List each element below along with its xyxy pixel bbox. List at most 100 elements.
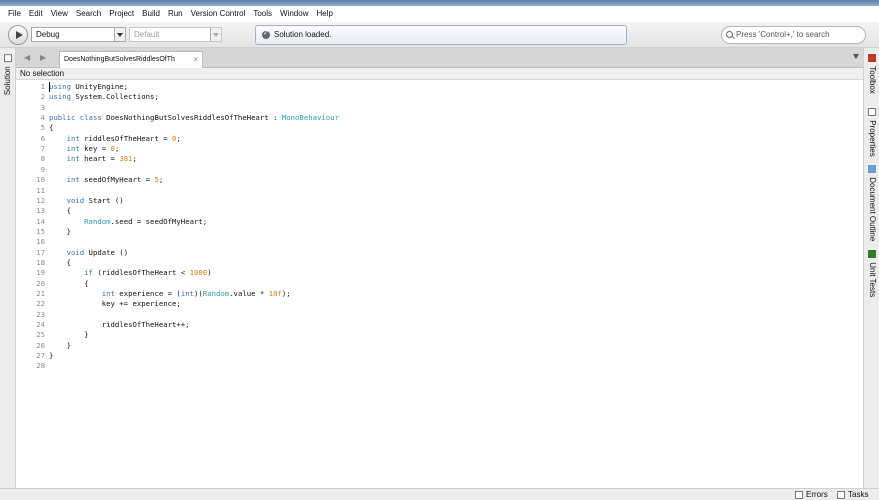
code-line[interactable]: 10 int seedOfMyHeart = 5;	[16, 175, 863, 185]
chevron-down-icon	[210, 28, 221, 41]
code-line[interactable]: 6 int riddlesOfTheHeart = 0;	[16, 134, 863, 144]
code-line[interactable]: 12 void Start ()	[16, 196, 863, 206]
solution-icon	[4, 54, 12, 62]
check-icon	[262, 25, 270, 43]
code-line[interactable]: 15 }	[16, 227, 863, 237]
line-number: 21	[36, 289, 45, 298]
menu-file[interactable]: File	[4, 6, 25, 22]
run-button[interactable]	[8, 25, 28, 45]
pad-tab-document-outline[interactable]: Document Outline	[868, 165, 877, 241]
code-text: }	[49, 226, 71, 236]
menu-version-control[interactable]: Version Control	[187, 6, 250, 22]
code-line[interactable]: 5{	[16, 123, 863, 133]
line-number: 22	[36, 299, 45, 309]
line-number: 14	[36, 216, 45, 226]
close-icon[interactable]: ×	[193, 52, 198, 67]
code-text: int experience = (int)(Random.value * 10…	[101, 289, 291, 298]
code-text: using System.Collections;	[49, 92, 159, 102]
status-text: Solution loaded.	[274, 30, 332, 39]
unit-tests-icon	[868, 250, 876, 258]
chevron-left-icon[interactable]: ◀	[24, 53, 30, 62]
toolbox-label: Toolbox	[868, 66, 877, 94]
code-line[interactable]: 1 using UnityEngine;	[16, 82, 863, 92]
code-line[interactable]: 9	[16, 165, 863, 175]
menu-edit[interactable]: Edit	[25, 6, 47, 22]
tasks-label: Tasks	[848, 490, 869, 499]
pad-tab-solution[interactable]: Solution	[3, 54, 12, 95]
code-line[interactable]: 2 using System.Collections;	[16, 92, 863, 102]
code-line[interactable]: 23	[16, 310, 863, 320]
line-number: 28	[36, 361, 45, 371]
code-line[interactable]: 16	[16, 237, 863, 247]
tasks-button[interactable]: Tasks	[837, 490, 868, 500]
status-bar: Errors Tasks	[0, 488, 879, 500]
tab-list-dropdown-icon[interactable]	[853, 54, 859, 59]
document-outline-icon	[868, 165, 876, 173]
code-editor[interactable]: 1 using UnityEngine; 2 using System.Collect…	[16, 80, 863, 488]
tab-label: DoesNothingButSolvesRiddlesOfTh	[64, 56, 175, 63]
code-text: void Start ()	[66, 195, 124, 205]
menu-run[interactable]: Run	[164, 6, 187, 22]
menu-build[interactable]: Build	[138, 6, 164, 22]
code-line[interactable]: 19 if (riddlesOfTheHeart < 1000)	[16, 268, 863, 278]
code-line[interactable]: 26 }	[16, 341, 863, 351]
menu-view[interactable]: View	[47, 6, 72, 22]
configuration-select[interactable]: Debug	[31, 27, 126, 42]
code-line[interactable]: 4 public class DoesNothingButSolvesRiddle…	[16, 113, 863, 123]
code-text: using UnityEngine;	[49, 82, 129, 91]
code-line[interactable]: 24 riddlesOfTheHeart++;	[16, 320, 863, 330]
properties-icon	[868, 108, 876, 116]
line-number: 24	[36, 320, 45, 330]
line-number: 13	[36, 206, 45, 216]
code-line[interactable]: 14 Random.seed = seedOfMyHeart;	[16, 217, 863, 227]
tab-document[interactable]: DoesNothingButSolvesRiddlesOfTh ×	[59, 51, 203, 68]
text-caret	[49, 82, 50, 92]
code-line[interactable]: 17 void Update ()	[16, 248, 863, 258]
code-line[interactable]: 7 int key = 0;	[16, 144, 863, 154]
line-number: 18	[36, 257, 45, 267]
line-number: 10	[36, 175, 45, 185]
selection-text: No selection	[20, 69, 65, 78]
pad-tab-properties[interactable]: Properties	[868, 108, 877, 157]
search-input[interactable]: Press 'Control+,' to search	[721, 26, 866, 44]
code-text: public class DoesNothingButSolvesRiddles…	[49, 113, 339, 123]
line-number: 16	[36, 237, 45, 247]
code-line[interactable]: 3	[16, 103, 863, 113]
line-number: 1	[40, 82, 45, 91]
platform-value: Default	[134, 30, 160, 39]
pad-tab-toolbox[interactable]: Toolbox	[868, 54, 877, 94]
code-text: }	[49, 330, 89, 340]
line-number: 11	[36, 185, 45, 195]
pad-tab-unit-tests[interactable]: Unit Tests	[868, 250, 877, 297]
line-number: 15	[36, 226, 45, 236]
code-line[interactable]: 25 }	[16, 330, 863, 340]
line-number: 5	[40, 123, 45, 133]
code-text: }	[49, 351, 54, 361]
menu-search[interactable]: Search	[72, 6, 105, 22]
code-line[interactable]: 13 {	[16, 206, 863, 216]
menu-tools[interactable]: Tools	[249, 6, 276, 22]
menu-window[interactable]: Window	[276, 6, 312, 22]
errors-label: Errors	[806, 490, 828, 499]
chevron-right-icon[interactable]: ▶	[40, 53, 46, 62]
code-line[interactable]: 28	[16, 361, 863, 371]
code-text: {	[49, 206, 71, 216]
code-line[interactable]: 11	[16, 186, 863, 196]
code-text: riddlesOfTheHeart++;	[49, 320, 190, 330]
code-line[interactable]: 21 int experience = (int)(Random.value *…	[16, 289, 863, 299]
errors-button[interactable]: Errors	[795, 490, 828, 500]
line-number: 19	[36, 268, 45, 278]
line-number: 8	[40, 154, 45, 164]
code-line[interactable]: 20 {	[16, 279, 863, 289]
code-text: {	[49, 257, 71, 267]
properties-label: Properties	[868, 120, 877, 157]
code-line[interactable]: 8 int heart = 381;	[16, 154, 863, 164]
toolbox-icon	[868, 54, 876, 62]
code-line[interactable]: 22 key += experience;	[16, 299, 863, 309]
code-line[interactable]: 18 {	[16, 258, 863, 268]
code-text: int heart = 381;	[66, 154, 137, 164]
code-text: }	[49, 340, 71, 350]
menu-help[interactable]: Help	[312, 6, 336, 22]
code-line[interactable]: 27}	[16, 351, 863, 361]
menu-project[interactable]: Project	[105, 6, 138, 22]
